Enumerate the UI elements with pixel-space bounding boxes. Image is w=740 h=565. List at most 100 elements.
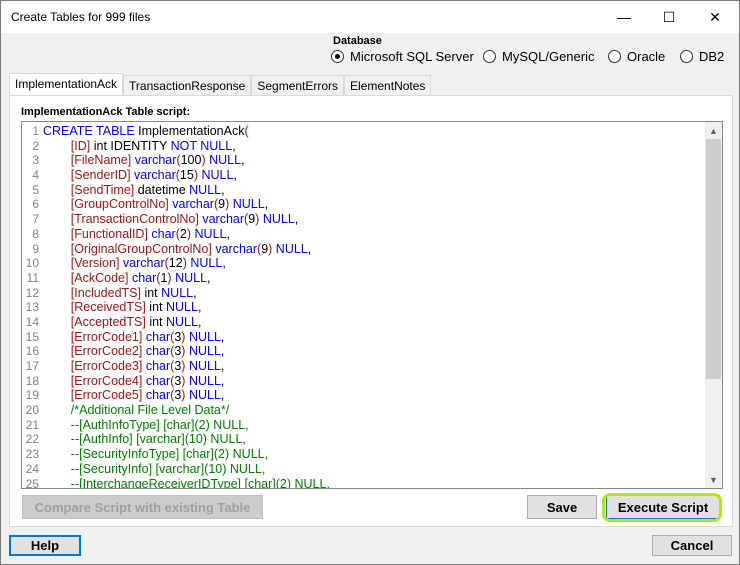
- radio-mysql[interactable]: MySQL/Generic: [483, 49, 594, 64]
- radio-selected-icon: [331, 50, 344, 63]
- code-token: NULL: [188, 329, 221, 344]
- tab-element-notes[interactable]: ElementNotes: [344, 75, 432, 96]
- code-token: char: [145, 344, 171, 359]
- help-button[interactable]: Help: [9, 535, 81, 556]
- tab-segment-errors[interactable]: SegmentErrors: [251, 75, 345, 96]
- code-line: --[SecurityInfoType] [char](2) NULL,: [43, 447, 330, 462]
- line-number: 16: [25, 344, 39, 359]
- code-token: 2: [179, 226, 187, 241]
- code-line: [ErrorCode5] char(3) NULL,: [43, 388, 330, 403]
- code-token: [AckCode]: [70, 270, 129, 285]
- code-token: int: [140, 285, 162, 300]
- code-token: varchar: [134, 153, 177, 168]
- code-area[interactable]: CREATE TABLE ImplementationAck( [ID] int…: [43, 124, 330, 488]
- code-token: NULL: [188, 344, 221, 359]
- code-token: char: [145, 329, 171, 344]
- code-token: [FunctionalID]: [70, 226, 148, 241]
- code-line: [OriginalGroupControlNo] varchar(9) NULL…: [43, 242, 330, 257]
- code-token: 15: [179, 168, 194, 183]
- code-token: ,: [232, 138, 236, 153]
- radio-db2[interactable]: DB2: [680, 49, 724, 64]
- code-token: int IDENTITY: [90, 138, 171, 153]
- radio-label: MySQL/Generic: [502, 49, 595, 64]
- radio-oracle[interactable]: Oracle: [608, 49, 665, 64]
- code-token: NULL: [275, 241, 308, 256]
- code-line: [FileName] varchar(100) NULL,: [43, 153, 330, 168]
- code-token: [OriginalGroupControlNo]: [70, 241, 212, 256]
- code-token: ,: [220, 359, 225, 373]
- dialog-window: Create Tables for 999 files — ☐ ✕ Databa…: [0, 0, 740, 565]
- code-token: char: [131, 270, 157, 285]
- code-token: char: [145, 373, 171, 388]
- scroll-thumb[interactable]: [706, 139, 721, 379]
- tab-implementation-ack[interactable]: ImplementationAck: [9, 73, 124, 96]
- code-token: NULL: [166, 314, 198, 329]
- script-editor[interactable]: 1 2 3 4 5 6 7 8 9 10 11 12 13 14 15 16 17 18 19 20 21 22 23 24 2…: [21, 121, 723, 489]
- line-number: 11: [26, 270, 39, 285]
- code-token: ImplementationAck: [134, 124, 245, 138]
- line-number: 6: [32, 197, 39, 212]
- tab-transaction-response[interactable]: TransactionResponse: [123, 75, 252, 96]
- code-token: char: [145, 388, 171, 403]
- line-number: 3: [32, 153, 39, 168]
- radio-mssql[interactable]: Microsoft SQL Server: [331, 49, 474, 64]
- maximize-button[interactable]: ☐: [646, 1, 692, 33]
- line-number: 23: [25, 447, 39, 462]
- code-line: [Version] varchar(12) NULL,: [43, 256, 330, 271]
- cancel-button[interactable]: Cancel: [652, 535, 732, 556]
- code-token: --[AuthInfo] [varchar](10) NULL,: [70, 432, 246, 447]
- code-token: ,: [197, 300, 202, 315]
- code-token: NULL: [262, 212, 295, 227]
- database-legend: Database: [333, 35, 382, 47]
- code-token: 12: [168, 256, 183, 271]
- code-token: [Version]: [70, 256, 120, 271]
- code-token: [ReceivedTS]: [70, 300, 146, 315]
- code-token: ,: [220, 329, 225, 344]
- compare-script-button[interactable]: Compare Script with existing Table: [22, 495, 263, 519]
- code-token: NULL: [194, 226, 227, 241]
- code-line: [AcceptedTS] int NULL,: [43, 315, 330, 330]
- code-line: [GroupControlNo] varchar(9) NULL,: [43, 197, 330, 212]
- minimize-button[interactable]: —: [601, 1, 647, 33]
- close-button[interactable]: ✕: [692, 1, 738, 33]
- code-line: --[AuthInfo] [varchar](10) NULL,: [43, 432, 330, 447]
- code-token: ,: [241, 153, 245, 168]
- window-title: Create Tables for 999 files: [11, 10, 151, 24]
- code-token: ,: [222, 256, 226, 271]
- code-line: --[AuthInfoType] [char](2) NULL,: [43, 418, 330, 433]
- code-token: /*Additional File Level Data*/: [70, 403, 230, 418]
- line-number: 2: [32, 138, 39, 153]
- code-line: [SenderID] varchar(15) NULL,: [43, 168, 330, 183]
- radio-label: DB2: [699, 49, 725, 64]
- code-token: ,: [197, 314, 202, 329]
- vertical-scrollbar[interactable]: ▲ ▼: [705, 122, 722, 488]
- code-token: --[AuthInfoType] [char](2) NULL,: [70, 417, 249, 432]
- line-number: 22: [25, 432, 39, 447]
- line-number: 1: [32, 124, 39, 138]
- scroll-down-icon[interactable]: ▼: [705, 471, 722, 488]
- code-token: NULL: [161, 285, 194, 300]
- line-number: 17: [25, 359, 39, 373]
- code-token: [ErrorCode1]: [70, 329, 143, 344]
- code-token: int: [145, 300, 166, 315]
- code-line: --[SecurityInfo] [varchar](10) NULL,: [43, 462, 330, 477]
- code-token: NOT NULL: [170, 138, 233, 153]
- scroll-up-icon[interactable]: ▲: [705, 122, 722, 139]
- code-token: NULL: [175, 270, 208, 285]
- script-label: ImplementationAck Table script:: [21, 106, 191, 118]
- code-token: [ErrorCode3]: [70, 359, 143, 373]
- code-line: [TransactionControlNo] varchar(9) NULL,: [43, 212, 330, 227]
- database-group: Database Microsoft SQL Server MySQL/Gene…: [323, 35, 733, 71]
- code-token: NULL: [190, 256, 223, 271]
- code-token: [TransactionControlNo]: [70, 212, 199, 227]
- code-token: [GroupControlNo]: [70, 197, 169, 212]
- code-token: [ErrorCode4]: [70, 373, 143, 388]
- save-button[interactable]: Save: [527, 495, 597, 519]
